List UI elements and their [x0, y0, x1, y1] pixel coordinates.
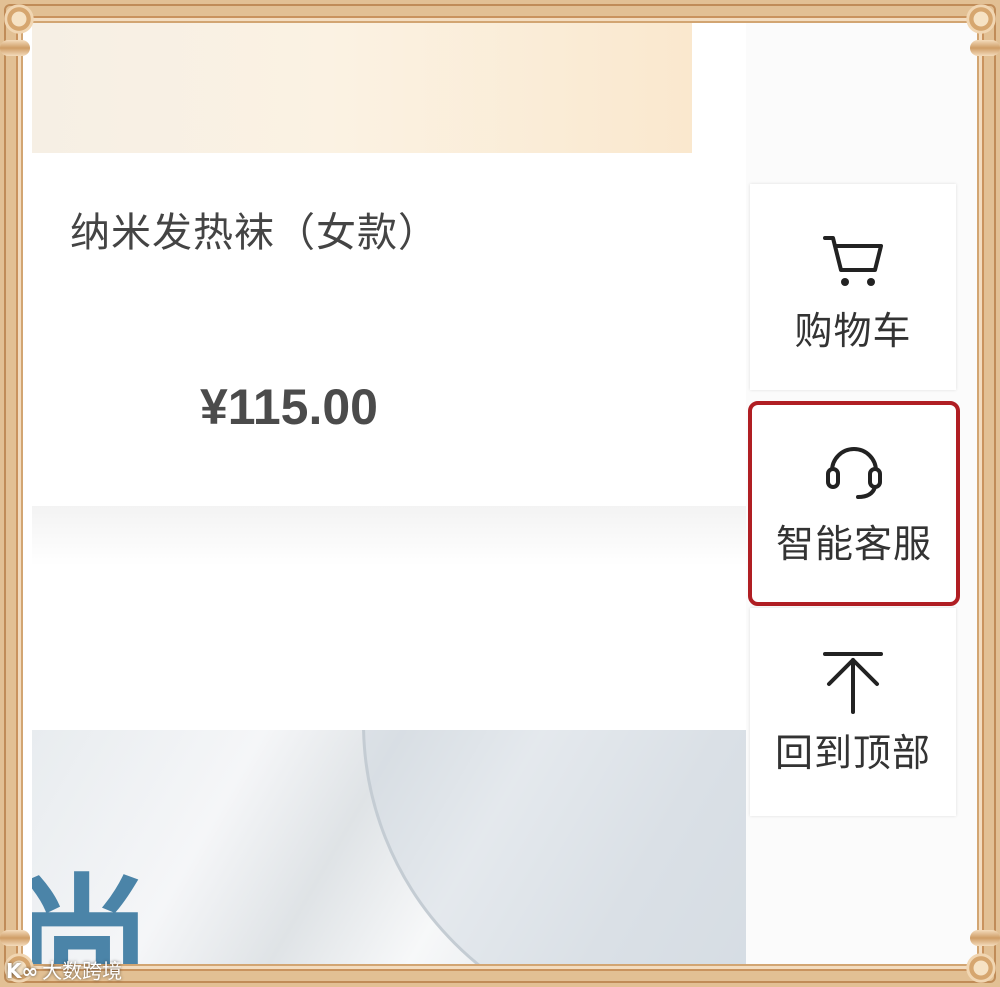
- back-to-top-label: 回到顶部: [774, 731, 931, 775]
- watermark: K∞ 大数跨境: [6, 955, 122, 984]
- back-to-top-button[interactable]: 回到顶部: [750, 608, 956, 816]
- banner-circle-decoration: [362, 730, 812, 969]
- smart-service-button[interactable]: 智能客服: [748, 401, 960, 606]
- arrow-up-icon: [823, 652, 883, 714]
- frame-corner-ornament: [964, 2, 998, 36]
- cart-icon: [823, 236, 883, 286]
- frame-corner-ornament: [964, 951, 998, 985]
- product-card[interactable]: 纳米发热袜（女款） ¥115.00: [32, 153, 746, 508]
- product-price: ¥115.00: [200, 379, 378, 435]
- smart-service-label: 智能客服: [775, 522, 932, 566]
- frame-corner-ornament: [2, 2, 36, 36]
- cart-label: 购物车: [794, 309, 912, 353]
- floating-sidebar: 购物车 智能客服 回到顶部: [746, 18, 982, 969]
- headset-icon: [826, 447, 882, 499]
- banner-glyph: 尚: [32, 862, 153, 969]
- frame-knob: [0, 930, 30, 946]
- frame-knob: [0, 40, 30, 56]
- watermark-logo: K∞: [6, 959, 39, 983]
- watermark-text: 大数跨境: [42, 959, 123, 983]
- promo-banner[interactable]: 尚: [32, 730, 812, 969]
- frame-knob: [970, 40, 1000, 56]
- card-shadow: [32, 506, 746, 566]
- product-image[interactable]: [32, 18, 692, 153]
- cart-button[interactable]: 购物车: [750, 184, 956, 390]
- product-title[interactable]: 纳米发热袜（女款）: [70, 200, 439, 258]
- frame-knob: [970, 930, 1000, 946]
- page-content: 纳米发热袜（女款） ¥115.00 尚 购物车 智能客服 回到顶部: [18, 18, 982, 969]
